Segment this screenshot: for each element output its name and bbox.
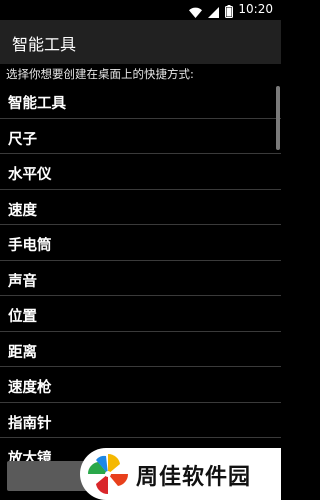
list-item-compass[interactable]: 指南针 — [0, 403, 281, 438]
list-item-label: 尺子 — [8, 131, 37, 148]
list-item-label: 放大镜 — [8, 451, 52, 461]
app-bar: 智能工具 — [0, 20, 281, 64]
list-item-flashlight[interactable]: 手电筒 — [0, 225, 281, 261]
list-item-label: 声音 — [8, 273, 37, 290]
list-item-distance[interactable]: 距离 — [0, 332, 281, 367]
list-item-sound[interactable]: 声音 — [0, 261, 281, 296]
list-scrollbar[interactable] — [276, 86, 280, 150]
list-item-level[interactable]: 水平仪 — [0, 154, 281, 190]
list-item-speed[interactable]: 速度 — [0, 190, 281, 225]
watermark-text: 周佳软件园 — [136, 465, 252, 490]
list-item-label: 速度枪 — [8, 380, 52, 396]
app-title: 智能工具 — [12, 35, 77, 54]
list-item-label: 位置 — [8, 309, 37, 325]
shortcut-list[interactable]: 智能工具 尺子 水平仪 速度 手电筒 声音 位置 距离 速度枪 指南针 放大镜 — [0, 83, 281, 461]
list-item-smart-tools[interactable]: 智能工具 — [0, 83, 281, 119]
list-item-location[interactable]: 位置 — [0, 296, 281, 332]
status-time: 10:20 — [238, 2, 273, 16]
list-item-ruler[interactable]: 尺子 — [0, 119, 281, 154]
pinwheel-logo-icon — [87, 453, 129, 495]
list-item-label: 手电筒 — [8, 238, 52, 254]
shortcut-prompt: 选择你想要创建在桌面上的快捷方式: — [6, 67, 194, 81]
watermark: 周佳软件园 — [80, 448, 281, 500]
status-bar: 10:20 — [0, 0, 281, 20]
list-item-speed-gun[interactable]: 速度枪 — [0, 367, 281, 403]
list-item-label: 速度 — [8, 202, 37, 219]
list-item-label: 指南针 — [8, 415, 52, 432]
list-item-label: 智能工具 — [8, 96, 66, 112]
list-item-label: 距离 — [8, 344, 37, 361]
list-item-label: 水平仪 — [8, 167, 52, 183]
